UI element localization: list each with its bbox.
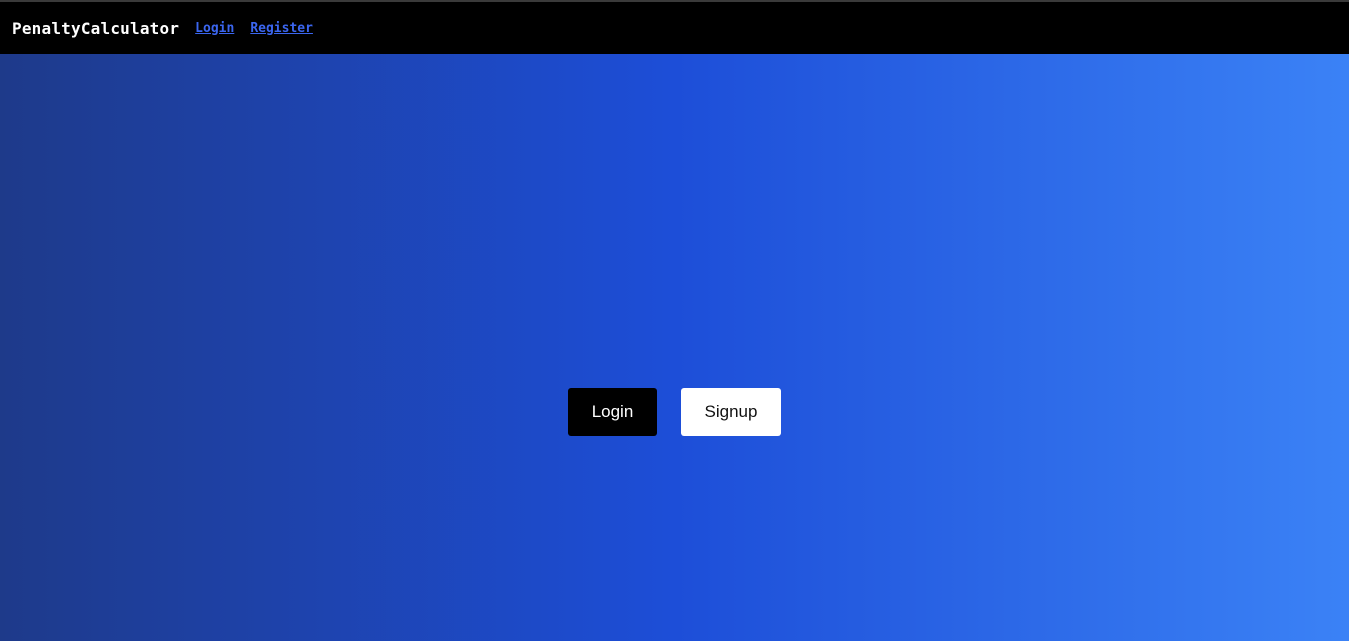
nav-link-register[interactable]: Register [250, 21, 313, 36]
page: PenaltyCalculator Login Register Login S… [0, 0, 1352, 641]
signup-button[interactable]: Signup [681, 388, 781, 436]
nav-link-login[interactable]: Login [195, 21, 234, 36]
login-button[interactable]: Login [568, 388, 657, 436]
brand-logo[interactable]: PenaltyCalculator [12, 19, 179, 38]
navbar: PenaltyCalculator Login Register [0, 2, 1349, 54]
hero-section: Login Signup [0, 54, 1349, 641]
